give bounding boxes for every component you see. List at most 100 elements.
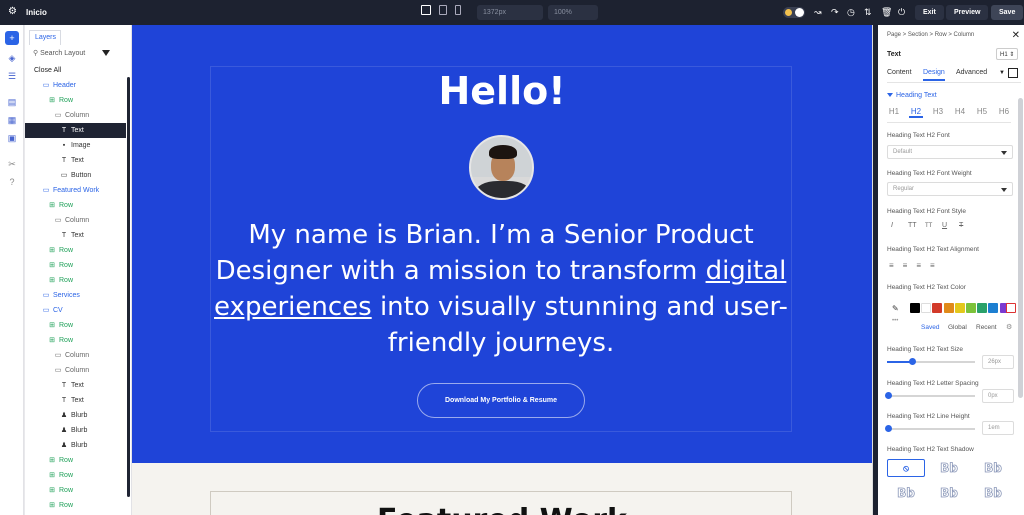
align-justify-icon[interactable]: ≡ [930, 261, 944, 270]
portability-icon[interactable]: ▣ [5, 131, 19, 145]
history-icon[interactable]: ◷ [847, 7, 855, 18]
hero-heading[interactable]: Hello! [132, 69, 872, 113]
heading-tab-h4[interactable]: H4 [953, 107, 967, 116]
color-settings-gear-icon[interactable]: ⚙ [1006, 323, 1012, 331]
hero-description[interactable]: My name is Brian. I’m a Senior Product D… [210, 217, 792, 361]
search-layout-input[interactable]: ⚲ Search Layout [29, 47, 124, 60]
tab-global-colors[interactable]: Global [948, 324, 967, 331]
strikethrough-button[interactable]: T [959, 222, 976, 229]
underline-button[interactable]: U [942, 222, 959, 229]
layer-item-row[interactable]: ⊞ Row [25, 243, 126, 258]
layer-item-column[interactable]: ▭ Column [25, 213, 126, 228]
trash-icon[interactable]: 🗑 [881, 7, 892, 18]
zoom-input[interactable]: 100% [548, 5, 598, 20]
layer-item-row[interactable]: ⊞ Row [25, 318, 126, 333]
layer-item-row[interactable]: ⊞ Row [25, 453, 126, 468]
uppercase-button[interactable]: TT [908, 222, 925, 229]
layer-item-blurb[interactable]: ♟ Blurb [25, 438, 126, 453]
tabs-dropdown-icon[interactable]: ▼ [999, 70, 1005, 76]
breadcrumb[interactable]: Page > Section > Row > Column [887, 32, 974, 38]
layer-item-row[interactable]: ⊞ Row [25, 258, 126, 273]
layer-item-button[interactable]: ▭ Button [25, 168, 126, 183]
layer-item-section[interactable]: ▭ Header [25, 78, 126, 93]
line-height-input[interactable]: 1em [982, 421, 1014, 435]
filter-icon[interactable] [102, 50, 110, 56]
layers-scrollbar[interactable] [127, 77, 130, 497]
slider-handle[interactable] [885, 425, 892, 432]
power-icon[interactable]: ⏻ [898, 7, 905, 18]
shadow-none-option[interactable]: ⦸ [887, 459, 925, 477]
layer-item-section[interactable]: ▭ Featured Work [25, 183, 126, 198]
italic-button[interactable]: I [891, 222, 908, 229]
redo-icon[interactable]: ↷ [831, 7, 839, 18]
heading-tab-h2[interactable]: H2 [909, 107, 923, 118]
layer-item-column[interactable]: ▭ Column [25, 108, 126, 123]
expand-square-icon[interactable] [1008, 68, 1018, 78]
list-settings-icon[interactable]: ☰ [5, 69, 19, 83]
help-icon[interactable]: ? [5, 175, 19, 189]
tablet-view-icon[interactable] [439, 5, 447, 15]
wireframe-icon[interactable]: ↝ [814, 7, 822, 18]
hero-section[interactable]: Hello! My name is Brian. I’m a Senior Pr… [132, 25, 872, 463]
shadow-preset-option[interactable]: Bb [974, 484, 1012, 502]
heading-level-select[interactable]: H1 ⇕ [996, 48, 1018, 60]
featured-work-heading[interactable]: Featured Work [132, 503, 872, 515]
color-swatch[interactable] [988, 303, 999, 313]
layer-item-section[interactable]: ▭ CV [25, 303, 126, 318]
layer-item-row[interactable]: ⊞ Row [25, 198, 126, 213]
settings-scrollbar[interactable] [1018, 98, 1023, 398]
layer-item-image[interactable]: ▪ Image [25, 138, 126, 153]
text-size-input[interactable]: 26px [982, 355, 1014, 369]
layer-item-column[interactable]: ▭ Column [25, 348, 126, 363]
layer-item-row[interactable]: ⊞ Row [25, 333, 126, 348]
layer-item-row[interactable]: ⊞ Row [25, 468, 126, 483]
download-portfolio-button[interactable]: Download My Portfolio & Resume [417, 383, 585, 418]
color-swatch[interactable] [977, 303, 988, 313]
layer-item-row[interactable]: ⊞ Row [25, 93, 126, 108]
no-color-swatch[interactable] [1006, 303, 1016, 313]
font-select[interactable]: Default [887, 145, 1013, 159]
layer-item-text[interactable]: T Text [25, 153, 126, 168]
tools-icon[interactable]: ✂ [5, 157, 19, 171]
shadow-preset-option[interactable]: Bb [930, 459, 968, 477]
layer-item-section[interactable]: ▭ Services [25, 288, 126, 303]
align-center-icon[interactable]: ≡ [903, 261, 917, 270]
color-swatch[interactable] [954, 303, 965, 313]
heading-tab-h5[interactable]: H5 [975, 107, 989, 116]
slider-handle[interactable] [908, 358, 916, 365]
layer-item-blurb[interactable]: ♟ Blurb [25, 423, 126, 438]
layer-item-row[interactable]: ⊞ Row [25, 483, 126, 498]
theme-toggle[interactable] [783, 7, 805, 18]
slider-handle[interactable] [885, 392, 892, 399]
tab-advanced[interactable]: Advanced [956, 69, 987, 76]
text-size-slider[interactable] [887, 358, 975, 365]
color-swatch[interactable] [910, 303, 920, 313]
canvas-width-input[interactable]: 1372px [477, 5, 543, 20]
page-settings-icon[interactable]: ▤ [5, 95, 19, 109]
add-plus-icon[interactable]: + [5, 31, 19, 45]
layer-item-text[interactable]: T Text [25, 378, 126, 393]
tab-content[interactable]: Content [887, 69, 912, 76]
shadow-preset-option[interactable]: Bb [930, 484, 968, 502]
templates-icon[interactable]: ▦ [5, 113, 19, 127]
tab-design[interactable]: Design [923, 69, 945, 81]
heading-tab-h1[interactable]: H1 [887, 107, 901, 116]
shadow-preset-option[interactable]: Bb [974, 459, 1012, 477]
color-swatch[interactable] [943, 303, 954, 313]
layer-item-text[interactable]: T Text [25, 393, 126, 408]
align-right-icon[interactable]: ≡ [916, 261, 930, 270]
heading-tab-h6[interactable]: H6 [997, 107, 1011, 116]
layer-item-text[interactable]: T Text [25, 123, 126, 138]
layer-item-blurb[interactable]: ♟ Blurb [25, 408, 126, 423]
line-height-slider[interactable] [885, 425, 975, 432]
eyedropper-icon[interactable]: ✎ [892, 304, 899, 313]
color-swatch[interactable] [932, 303, 943, 313]
sliders-icon[interactable]: ⇅ [864, 7, 872, 18]
smallcaps-button[interactable]: TT [925, 223, 942, 229]
profile-avatar[interactable] [469, 135, 534, 200]
exit-button[interactable]: Exit [915, 5, 944, 20]
shadow-preset-option[interactable]: Bb [887, 484, 925, 502]
layer-item-column[interactable]: ▭ Column [25, 363, 126, 378]
layer-item-row[interactable]: ⊞ Row [25, 498, 126, 513]
save-button[interactable]: Save [991, 5, 1024, 20]
